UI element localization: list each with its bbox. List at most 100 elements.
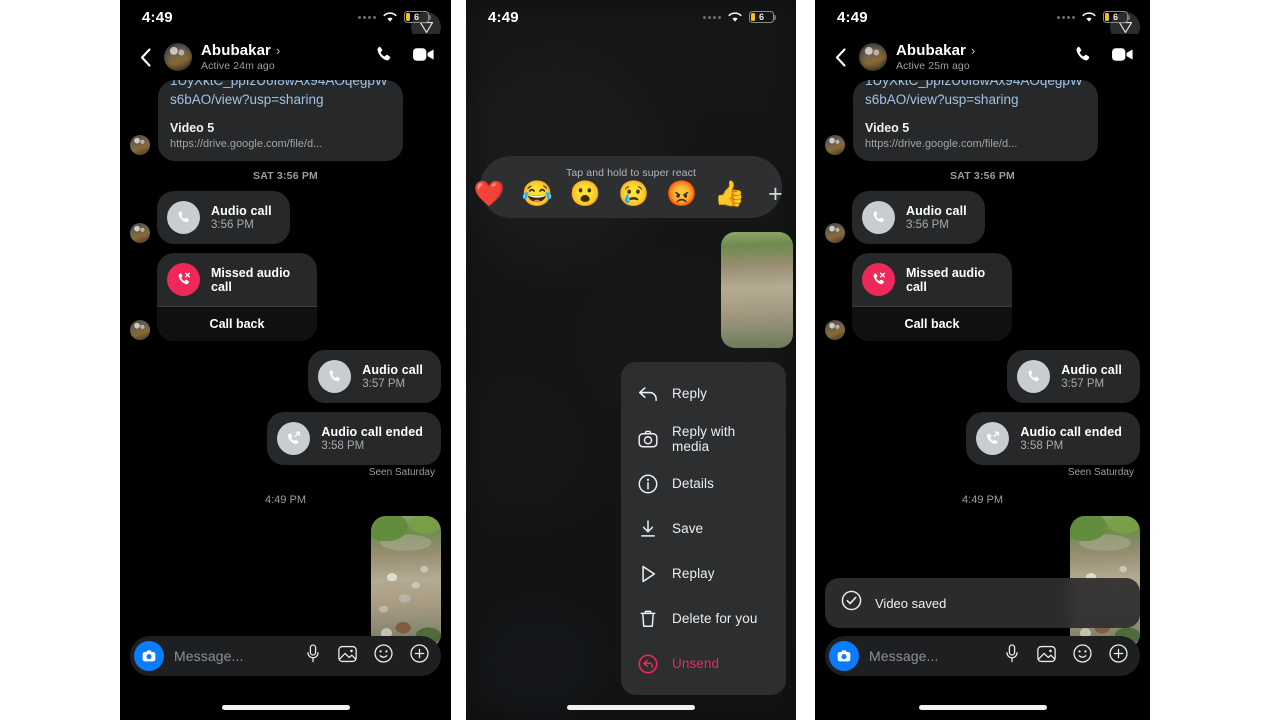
message-row-audio-call-2[interactable]: Audio call 3:57 PM	[130, 350, 441, 403]
play-triangle-icon	[637, 563, 658, 584]
photo-gallery-icon[interactable]	[338, 645, 357, 668]
check-circle-icon	[841, 590, 862, 616]
audio-call-bubble[interactable]: Audio call 3:57 PM	[1007, 350, 1140, 403]
menu-item-label: Reply with media	[672, 423, 736, 454]
call-back-button[interactable]: Call back	[157, 306, 317, 341]
video-camera-icon[interactable]	[1111, 45, 1134, 69]
camera-icon[interactable]	[134, 641, 164, 671]
microphone-icon[interactable]	[1004, 644, 1020, 668]
message-avatar	[825, 135, 845, 155]
home-indicator	[567, 705, 695, 710]
phone-icon	[318, 360, 352, 393]
laugh-cry-emoji[interactable]: 😂	[522, 180, 553, 208]
message-input[interactable]: Message...	[174, 648, 305, 664]
menu-item-label: Unsend	[672, 656, 720, 671]
status-bar-2: 4:49 6	[466, 0, 796, 34]
message-row-call-ended[interactable]: Audio call ended 3:58 PM	[130, 412, 441, 465]
menu-item-reply-with-media[interactable]: Reply with media	[621, 416, 786, 461]
plus-circle-icon[interactable]	[410, 644, 429, 668]
contact-avatar[interactable]	[164, 43, 192, 71]
menu-item-replay[interactable]: Replay	[621, 551, 786, 596]
battery-icon: 6	[1103, 10, 1131, 24]
message-avatar	[825, 320, 845, 340]
signal-dots-icon	[358, 15, 376, 19]
menu-item-reply[interactable]: Reply	[621, 371, 786, 416]
missed-call-card[interactable]: Missed audio call Call back	[852, 253, 1012, 341]
microphone-icon[interactable]	[305, 644, 321, 668]
battery-level: 6	[1112, 11, 1118, 22]
sad-tear-emoji[interactable]: 😢	[618, 180, 649, 208]
active-status: Active 25m ago	[896, 60, 970, 72]
contact-info[interactable]: Abubakar › Active 24m ago	[201, 42, 373, 72]
message-row-audio-call-2[interactable]: Audio call 3:57 PM	[825, 350, 1140, 403]
sticker-icon[interactable]	[374, 644, 393, 668]
status-time: 4:49	[837, 8, 868, 26]
menu-item-label: Replay	[672, 566, 715, 581]
message-row-audio-call-1[interactable]: Audio call 3:56 PM	[130, 191, 441, 244]
contact-info[interactable]: Abubakar › Active 25m ago	[896, 42, 1072, 72]
menu-item-delete-for-you[interactable]: Delete for you	[621, 596, 786, 641]
conversation-1[interactable]: 1UyXktC_ppIzU6I8wAx94AOqegpWs6bAO/view?u…	[120, 80, 451, 720]
message-row-call-ended[interactable]: Audio call ended 3:58 PM	[825, 412, 1140, 465]
link-title: Video 5	[865, 121, 910, 135]
message-composer-3[interactable]: Message...	[825, 636, 1140, 676]
menu-item-unsend[interactable]: Unsend	[621, 641, 786, 686]
audio-call-bubble[interactable]: Audio call 3:56 PM	[852, 191, 985, 244]
contact-name: Abubakar	[896, 42, 966, 59]
photo-gallery-icon[interactable]	[1037, 645, 1056, 668]
signal-dots-icon	[703, 15, 721, 19]
surprised-emoji[interactable]: 😮	[570, 180, 601, 208]
message-row-missed-call[interactable]: Missed audio call Call back	[130, 253, 441, 341]
phone-call-icon[interactable]	[1072, 44, 1093, 70]
camera-outline-icon	[637, 428, 658, 449]
audio-call-bubble[interactable]: Audio call 3:56 PM	[157, 191, 290, 244]
phone-call-icon[interactable]	[373, 44, 394, 70]
phone-arrow-icon	[976, 422, 1010, 455]
message-input[interactable]: Message...	[869, 648, 1004, 664]
audio-call-ended-bubble[interactable]: Audio call ended 3:58 PM	[267, 412, 441, 465]
reply-arrow-icon	[637, 383, 658, 404]
video-message-thumbnail[interactable]	[371, 516, 441, 649]
highlighted-video-thumbnail[interactable]	[721, 232, 793, 348]
contact-avatar[interactable]	[859, 43, 887, 71]
header-actions	[373, 44, 437, 70]
back-chevron-icon[interactable]	[134, 46, 156, 68]
phone-screen-3: 4:49 6 Abubakar › Active 25m ago 1UyXktC…	[815, 0, 1150, 720]
message-timestamp: 4:49 PM	[265, 494, 306, 506]
audio-call-bubble[interactable]: Audio call 3:57 PM	[308, 350, 441, 403]
call-title: Audio call ended	[1020, 425, 1122, 439]
message-context-menu[interactable]: Reply Reply with media Details Save Repl…	[621, 362, 786, 695]
call-back-button[interactable]: Call back	[852, 306, 1012, 341]
plus-circle-icon[interactable]	[1109, 644, 1128, 668]
link-title: Video 5	[170, 121, 215, 135]
active-status: Active 24m ago	[201, 60, 275, 72]
back-chevron-icon[interactable]	[829, 46, 851, 68]
reaction-picker-bar[interactable]: Tap and hold to super react ❤️ 😂 😮 😢 😡 👍…	[474, 156, 783, 218]
sticker-icon[interactable]	[1073, 644, 1092, 668]
add-reaction-plus-icon[interactable]: +	[762, 180, 788, 207]
video-camera-icon[interactable]	[412, 45, 435, 69]
heart-emoji[interactable]: ❤️	[474, 180, 505, 208]
message-row-audio-call-1[interactable]: Audio call 3:56 PM	[825, 191, 1140, 244]
battery-icon: 6	[749, 10, 777, 24]
missed-call-card[interactable]: Missed audio call Call back	[157, 253, 317, 341]
home-indicator	[918, 705, 1047, 710]
audio-call-ended-bubble[interactable]: Audio call ended 3:58 PM	[966, 412, 1140, 465]
link-url-text: 1UyXktC_ppIzU6I8wAx94AOqegpWs6bAO/view?u…	[170, 80, 388, 107]
camera-icon[interactable]	[829, 641, 859, 671]
missed-call-icon	[862, 263, 895, 296]
message-timestamp: 4:49 PM	[962, 494, 1003, 506]
message-row-missed-call[interactable]: Missed audio call Call back	[825, 253, 1140, 341]
call-time: 3:57 PM	[1061, 378, 1105, 390]
seen-receipt: Seen Saturday	[368, 467, 435, 478]
message-avatar	[130, 320, 150, 340]
thumbs-up-emoji[interactable]: 👍	[714, 180, 745, 208]
menu-item-save[interactable]: Save	[621, 506, 786, 551]
phone-screen-1: 4:49 6 Abubakar › Active 24m ago 1UyXktC…	[120, 0, 451, 720]
menu-item-details[interactable]: Details	[621, 461, 786, 506]
angry-emoji[interactable]: 😡	[666, 180, 697, 208]
message-avatar	[130, 135, 150, 155]
message-composer-1[interactable]: Message...	[130, 636, 441, 676]
call-title: Audio call	[362, 363, 423, 377]
message-row-video[interactable]	[130, 516, 441, 649]
